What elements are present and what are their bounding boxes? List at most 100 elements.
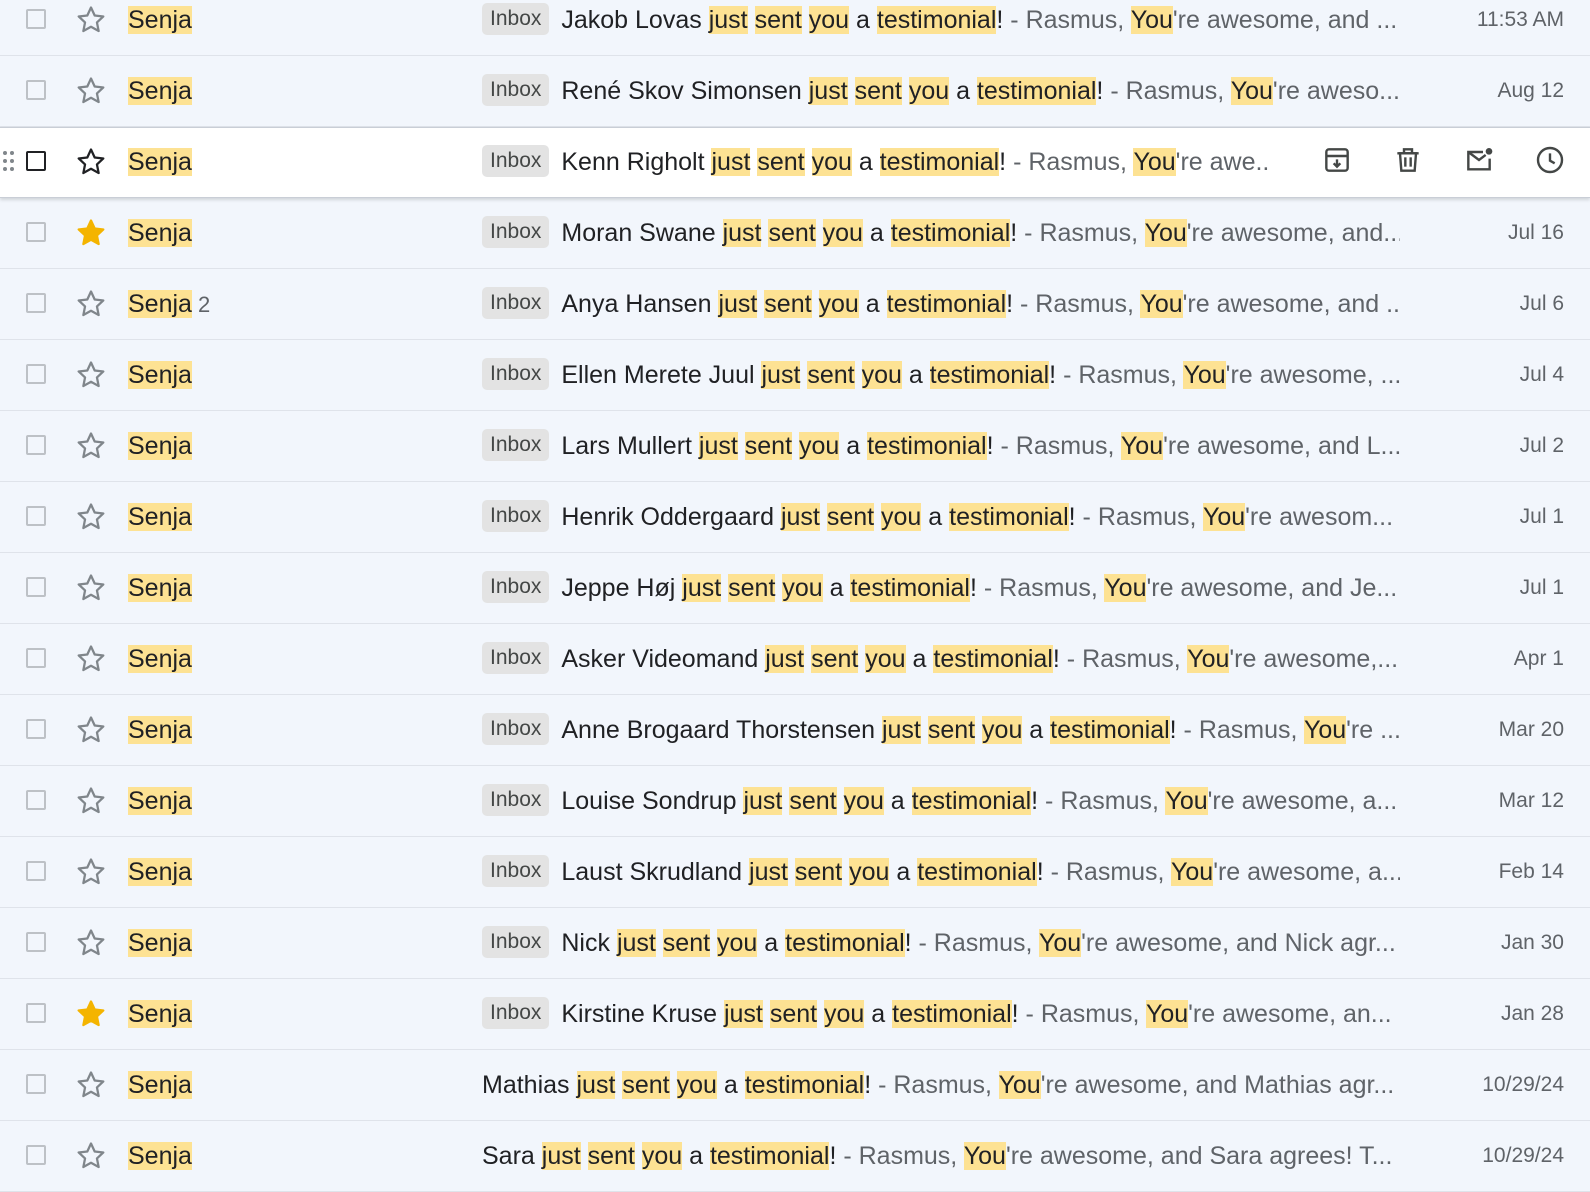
- thread-count: 2: [197, 292, 211, 317]
- sender-name: Senja: [128, 1069, 192, 1101]
- search-highlight: just: [743, 787, 783, 815]
- email-row[interactable]: Senja Inbox Asker Videomand just sent you …: [0, 624, 1590, 695]
- sender-name: Senja: [128, 856, 192, 888]
- select-checkbox[interactable]: [26, 9, 46, 29]
- select-checkbox[interactable]: [26, 1074, 46, 1094]
- inbox-label-badge[interactable]: Inbox: [482, 784, 550, 816]
- star-icon[interactable]: [74, 3, 108, 37]
- sender-highlight: Senja: [128, 574, 192, 602]
- archive-button[interactable]: [1316, 141, 1358, 183]
- subject-line: Inbox Jeppe Høj just sent you a testimoni…: [482, 571, 1400, 605]
- email-row[interactable]: Senja Inbox René Skov Simonsen just sent y…: [0, 56, 1590, 127]
- select-checkbox[interactable]: [26, 577, 46, 597]
- star-icon[interactable]: [74, 855, 108, 889]
- search-highlight: testimonial: [892, 1000, 1012, 1028]
- star-icon[interactable]: [74, 500, 108, 534]
- inbox-label-badge[interactable]: Inbox: [482, 287, 550, 319]
- email-row[interactable]: Senja Inbox Louise Sondrup just sent you a…: [0, 766, 1590, 837]
- email-row[interactable]: Senja Inbox Laust Skrudland just sent you …: [0, 837, 1590, 908]
- select-checkbox[interactable]: [26, 435, 46, 455]
- inbox-label-badge[interactable]: Inbox: [482, 713, 550, 745]
- inbox-label-badge[interactable]: Inbox: [482, 358, 550, 390]
- inbox-label-badge[interactable]: Inbox: [482, 145, 550, 177]
- select-checkbox[interactable]: [26, 151, 46, 171]
- testimonial-author: Anne Brogaard Thorstensen: [561, 716, 876, 744]
- trash-icon: [1392, 144, 1424, 181]
- email-row[interactable]: Senja Inbox Jeppe Høj just sent you a test…: [0, 553, 1590, 624]
- search-highlight: you: [881, 503, 922, 531]
- star-icon[interactable]: [74, 429, 108, 463]
- select-checkbox[interactable]: [26, 222, 46, 242]
- star-icon[interactable]: [74, 145, 108, 179]
- email-row[interactable]: Senja Sara just sent you a testimonial! -…: [0, 1121, 1590, 1192]
- sender-highlight: Senja: [128, 645, 192, 673]
- email-row[interactable]: Senja Inbox Anne Brogaard Thorstensen just…: [0, 695, 1590, 766]
- email-row[interactable]: Senja Inbox Henrik Oddergaard just sent yo…: [0, 482, 1590, 553]
- search-highlight: You: [1187, 645, 1230, 673]
- drag-handle-icon[interactable]: [3, 151, 17, 175]
- star-icon[interactable]: [74, 571, 108, 605]
- email-row[interactable]: Senja Inbox Kenn Righolt just sent you a t…: [0, 127, 1590, 198]
- email-row[interactable]: Senja Inbox Kirstine Kruse just sent you a…: [0, 979, 1590, 1050]
- select-checkbox[interactable]: [26, 1003, 46, 1023]
- inbox-label-badge[interactable]: Inbox: [482, 74, 550, 106]
- star-icon[interactable]: [74, 926, 108, 960]
- email-row[interactable]: Senja Inbox Moran Swane just sent you a te…: [0, 198, 1590, 269]
- select-checkbox[interactable]: [26, 648, 46, 668]
- email-row[interactable]: Senja Inbox Jakob Lovas just sent you a te…: [0, 0, 1590, 56]
- select-checkbox[interactable]: [26, 506, 46, 526]
- inbox-label-badge[interactable]: Inbox: [482, 855, 550, 887]
- search-highlight: you: [982, 716, 1023, 744]
- star-filled-icon[interactable]: [74, 216, 108, 250]
- inbox-label-badge[interactable]: Inbox: [482, 997, 550, 1029]
- select-checkbox[interactable]: [26, 719, 46, 739]
- star-icon[interactable]: [74, 1068, 108, 1102]
- email-subject: Kenn Righolt just sent you a testimonial…: [561, 148, 1007, 176]
- email-subject: Louise Sondrup just sent you a testimoni…: [561, 787, 1039, 815]
- select-checkbox[interactable]: [26, 790, 46, 810]
- search-highlight: just: [541, 1142, 581, 1170]
- inbox-label-badge[interactable]: Inbox: [482, 3, 550, 35]
- star-icon[interactable]: [74, 358, 108, 392]
- email-subject: Ellen Merete Juul just sent you a testim…: [561, 361, 1057, 389]
- email-row[interactable]: Senja 2 Inbox Anya Hansen just sent you a t…: [0, 269, 1590, 340]
- inbox-label-badge[interactable]: Inbox: [482, 216, 550, 248]
- select-checkbox[interactable]: [26, 364, 46, 384]
- star-icon[interactable]: [74, 713, 108, 747]
- email-snippet: - Rasmus, You're awesome, and...: [1017, 219, 1400, 247]
- search-highlight: just: [881, 716, 921, 744]
- testimonial-author: Laust Skrudland: [561, 858, 743, 886]
- search-highlight: You: [1130, 6, 1173, 34]
- star-icon[interactable]: [74, 642, 108, 676]
- star-icon[interactable]: [74, 784, 108, 818]
- email-date: Jan 28: [1500, 1002, 1564, 1025]
- sender-highlight: Senja: [128, 219, 192, 247]
- email-row[interactable]: Senja Inbox Lars Mullert just sent you a t…: [0, 411, 1590, 482]
- inbox-label-badge[interactable]: Inbox: [482, 926, 550, 958]
- search-highlight: You: [1140, 290, 1183, 318]
- inbox-label-badge[interactable]: Inbox: [482, 642, 550, 674]
- select-checkbox[interactable]: [26, 1145, 46, 1165]
- search-highlight: You: [1038, 929, 1082, 957]
- mark-unread-button[interactable]: [1458, 141, 1500, 183]
- star-icon[interactable]: [74, 287, 108, 321]
- sender-name: Senja: [128, 998, 192, 1030]
- select-checkbox[interactable]: [26, 861, 46, 881]
- star-icon[interactable]: [74, 1139, 108, 1173]
- star-icon[interactable]: [74, 74, 108, 108]
- search-highlight: You: [963, 1142, 1006, 1170]
- star-filled-icon[interactable]: [74, 997, 108, 1031]
- delete-button[interactable]: [1387, 141, 1429, 183]
- select-checkbox[interactable]: [26, 932, 46, 952]
- email-row[interactable]: Senja Mathias just sent you a testimonial…: [0, 1050, 1590, 1121]
- email-subject: Asker Videomand just sent you a testimon…: [561, 645, 1060, 673]
- email-row[interactable]: Senja Inbox Nick just sent you a testimoni…: [0, 908, 1590, 979]
- inbox-label-badge[interactable]: Inbox: [482, 429, 550, 461]
- select-checkbox[interactable]: [26, 80, 46, 100]
- testimonial-author: Moran Swane: [561, 219, 716, 247]
- email-row[interactable]: Senja Inbox Ellen Merete Juul just sent yo…: [0, 340, 1590, 411]
- select-checkbox[interactable]: [26, 293, 46, 313]
- inbox-label-badge[interactable]: Inbox: [482, 571, 550, 603]
- inbox-label-badge[interactable]: Inbox: [482, 500, 550, 532]
- snooze-button[interactable]: [1529, 141, 1571, 183]
